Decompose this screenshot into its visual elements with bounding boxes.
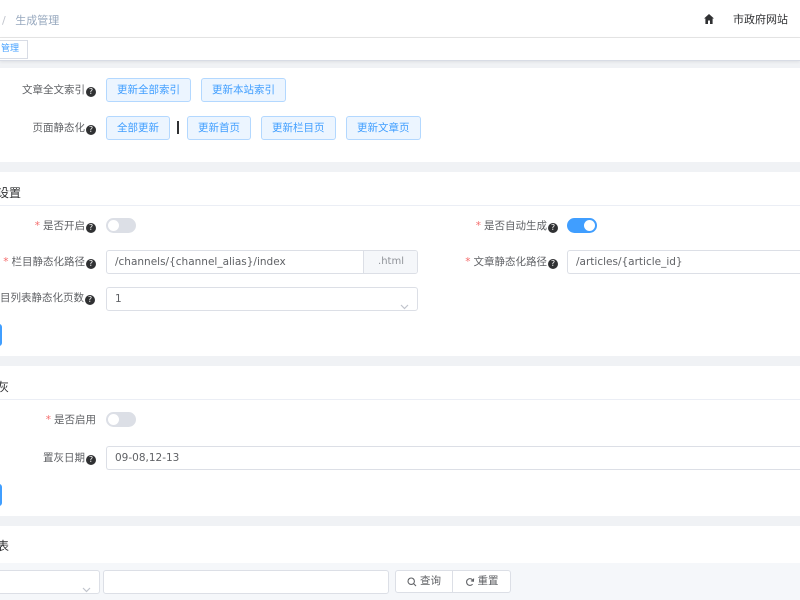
navbar-right: 市政府网站 <box>701 11 788 27</box>
home-icon[interactable] <box>701 11 717 27</box>
type-select[interactable] <box>0 570 100 594</box>
channel-path-suffix: .html <box>363 251 417 273</box>
operations-card: 文章全文索引? 更新全部索引 更新本站索引 页面静态化? 全部更新 更新首页 更… <box>0 68 800 162</box>
static-settings-title: 设置 <box>0 186 22 200</box>
help-icon[interactable]: ? <box>85 295 95 305</box>
help-icon[interactable]: ? <box>548 223 558 233</box>
channel-path-value: /channels/{channel_alias}/index <box>115 256 286 268</box>
refresh-icon <box>465 577 474 586</box>
update-article-button[interactable]: 更新文章页 <box>346 116 421 140</box>
filter-bar: 查询 重置 <box>0 563 800 600</box>
required-mark: * <box>34 220 40 232</box>
list-card: 表 <box>0 526 800 563</box>
search-icon <box>407 576 417 586</box>
site-name[interactable]: 市政府网站 <box>733 11 788 27</box>
chevron-down-icon <box>400 296 409 310</box>
gray-enable-text: 是否启用 <box>54 414 96 426</box>
channel-path-input[interactable]: /channels/{channel_alias}/index .html <box>106 250 418 274</box>
auto-generate-text: 是否自动生成 <box>484 220 547 232</box>
list-pages-text: 目列表静态化页数 <box>0 292 84 304</box>
help-icon[interactable]: ? <box>548 259 558 269</box>
save-gray-button[interactable] <box>0 484 2 506</box>
static-settings-card: 设置 * 是否开启? * 是否自动生成? * 栏目静态化路径? /channels/{… <box>0 172 800 356</box>
enable-static-label: * 是否开启? <box>0 218 96 234</box>
switch-knob <box>584 220 595 231</box>
tags-view: 管理 <box>0 38 800 61</box>
help-icon[interactable]: ? <box>86 125 96 135</box>
update-channel-button[interactable]: 更新栏目页 <box>261 116 336 140</box>
search-input[interactable] <box>103 570 389 594</box>
top-navbar: / 生成管理 市政府网站 <box>0 0 800 38</box>
gray-settings-header: 灰 <box>0 366 800 400</box>
query-label: 查询 <box>420 575 441 587</box>
update-all-button[interactable]: 全部更新 <box>106 116 170 140</box>
required-mark: * <box>465 256 471 268</box>
switch-knob <box>108 414 119 425</box>
required-mark: * <box>45 414 51 426</box>
gray-settings-card: 灰 * 是否启用 置灰日期? 09-08,12-13 <box>0 366 800 516</box>
page: / 生成管理 市政府网站 管理 文章全文索引? 更新全部索引 更新本站索引 页面… <box>0 0 800 600</box>
update-all-index-button[interactable]: 更新全部索引 <box>106 78 191 102</box>
tag-generate-manage[interactable]: 管理 <box>0 40 29 59</box>
gray-enable-label: * 是否启用 <box>0 412 96 428</box>
gray-date-input[interactable]: 09-08,12-13 <box>106 446 800 470</box>
article-path-input[interactable]: /articles/{article_id} <box>567 250 800 274</box>
list-pages-label: 目列表静态化页数? <box>0 290 96 306</box>
switch-knob <box>108 220 119 231</box>
gray-enable-switch[interactable] <box>106 412 136 427</box>
query-button[interactable]: 查询 <box>395 570 453 593</box>
fulltext-index-text: 文章全文索引 <box>22 84 85 96</box>
enable-static-switch[interactable] <box>106 218 136 233</box>
reset-label: 重置 <box>477 575 499 587</box>
help-icon[interactable]: ? <box>86 455 96 465</box>
auto-generate-switch[interactable] <box>567 218 597 233</box>
page-static-label: 页面静态化? <box>0 120 96 136</box>
list-title: 表 <box>0 539 10 553</box>
help-icon[interactable]: ? <box>86 259 96 269</box>
button-divider <box>177 121 179 134</box>
gray-settings-title: 灰 <box>0 380 10 394</box>
channel-path-label: * 栏目静态化路径? <box>0 254 96 270</box>
article-path-text: 文章静态化路径 <box>473 256 548 268</box>
list-pages-value: 1 <box>115 293 122 305</box>
auto-generate-label: * 是否自动生成? <box>440 218 558 234</box>
channel-path-text: 栏目静态化路径 <box>11 256 86 268</box>
breadcrumb-separator: / <box>2 14 6 27</box>
page-static-text: 页面静态化 <box>32 122 86 134</box>
gray-date-value: 09-08,12-13 <box>115 452 180 464</box>
article-path-value: /articles/{article_id} <box>576 256 683 268</box>
gray-date-label: 置灰日期? <box>0 450 96 466</box>
help-icon[interactable]: ? <box>86 223 96 233</box>
enable-static-text: 是否开启 <box>43 220 85 232</box>
reset-button[interactable]: 重置 <box>453 570 511 593</box>
fulltext-index-label: 文章全文索引? <box>0 82 96 98</box>
breadcrumb-current: 生成管理 <box>15 14 60 27</box>
gray-date-text: 置灰日期 <box>43 452 85 464</box>
update-site-index-button[interactable]: 更新本站索引 <box>201 78 286 102</box>
help-icon[interactable]: ? <box>86 87 96 97</box>
list-pages-select[interactable]: 1 <box>106 287 418 311</box>
article-path-label: * 文章静态化路径? <box>440 254 558 270</box>
static-settings-header: 设置 <box>0 172 800 206</box>
required-mark: * <box>3 256 9 268</box>
breadcrumb: / 生成管理 <box>2 12 59 28</box>
update-home-button[interactable]: 更新首页 <box>187 116 251 140</box>
chevron-down-icon <box>82 579 91 593</box>
required-mark: * <box>475 220 481 232</box>
save-button[interactable] <box>0 324 2 346</box>
